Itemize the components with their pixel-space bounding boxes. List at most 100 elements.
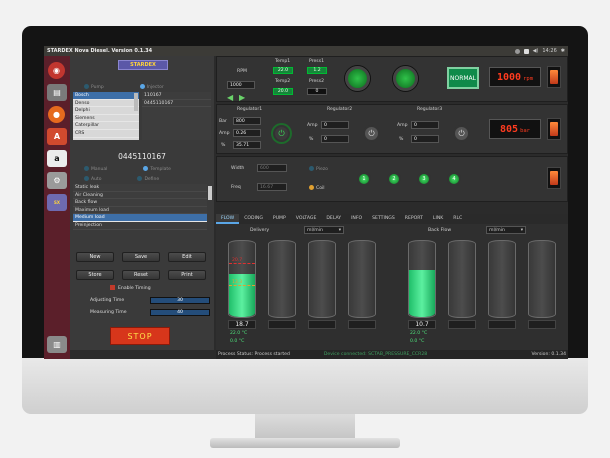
motor-start-button[interactable]	[345, 66, 370, 91]
tab-coding[interactable]: CODING	[239, 214, 268, 224]
piezo-radio[interactable]: Piezo	[309, 166, 328, 172]
firefox-icon[interactable]: ●	[48, 106, 65, 123]
delivery-unit-dropdown[interactable]: ml/min ▾	[304, 226, 344, 234]
reset-button[interactable]: Reset	[122, 270, 160, 280]
channel-3-button[interactable]: 3	[417, 172, 431, 186]
regulator2-power-icon[interactable]: ⏻	[363, 125, 380, 142]
network-icon[interactable]	[514, 48, 520, 54]
upper-limit-marker	[229, 263, 255, 264]
backflow-value-2	[448, 320, 476, 329]
trash-icon[interactable]: ▥	[47, 336, 67, 353]
brand-list[interactable]: Bosch Denso Delphi Siemens Caterpillar C…	[73, 92, 139, 140]
pct2-spinbox[interactable]: 0	[321, 135, 349, 143]
volume-icon[interactable]: ◀)	[533, 48, 539, 54]
list-item[interactable]: Back flow	[73, 199, 207, 207]
channel-1-button[interactable]: 1	[357, 172, 371, 186]
radio-define[interactable]: Define	[137, 176, 159, 182]
tab-voltage[interactable]: VOLTAGE	[291, 214, 322, 224]
radio-template[interactable]: Template	[143, 166, 171, 172]
edit-button[interactable]: Edit	[168, 252, 206, 262]
amp1-spinbox[interactable]: 0.26	[233, 129, 261, 137]
code-list[interactable]: 110167 0445110167	[142, 92, 211, 140]
tab-flow[interactable]: FLOW	[216, 214, 240, 224]
tab-delay[interactable]: DELAY	[321, 214, 346, 224]
file-manager-icon[interactable]: ▤	[47, 84, 67, 101]
new-button[interactable]: New	[76, 252, 114, 262]
tab-settings[interactable]: SETTINGS	[367, 214, 400, 224]
radio-manual[interactable]: Manual	[84, 166, 107, 172]
channel-4-button[interactable]: 4	[447, 172, 461, 186]
regulator1-label: Regulator1	[237, 107, 263, 112]
enable-timing-checkbox[interactable]: Enable Timing	[110, 285, 151, 291]
tab-rlc[interactable]: RLC	[448, 214, 467, 224]
backflow-tube-4	[528, 240, 556, 318]
tab-info[interactable]: INFO	[346, 214, 367, 224]
tab-pump[interactable]: PUMP	[268, 214, 291, 224]
adjusting-time-input[interactable]: 30	[150, 297, 210, 304]
brand-list-scrollbar[interactable]	[134, 93, 138, 111]
regulator1-power-icon[interactable]: ⏻	[273, 125, 290, 142]
delivery-value-3	[308, 320, 336, 329]
channel-2-button[interactable]: 2	[387, 172, 401, 186]
store-button[interactable]: Store	[76, 270, 114, 280]
rpm-spinbox[interactable]: 1000	[227, 81, 255, 89]
regulator3-label: Regulator3	[417, 107, 443, 112]
radio-pump[interactable]: Pump	[84, 84, 104, 90]
print-button[interactable]: Print	[168, 270, 206, 280]
list-item[interactable]: Static leak	[73, 184, 207, 192]
list-item[interactable]: Medium load	[73, 214, 207, 222]
settings-gear-icon[interactable]: ✱	[561, 48, 565, 54]
clock: 14:26	[542, 48, 557, 54]
amazon-icon[interactable]: a	[47, 150, 67, 167]
test-list-scrollbar[interactable]	[208, 186, 212, 200]
list-item[interactable]: Denso	[73, 100, 139, 108]
selected-injector-code: 0445110167	[118, 152, 166, 161]
text-editor-icon[interactable]: A	[47, 128, 67, 145]
list-item[interactable]: 0445110167	[142, 100, 211, 108]
radio-auto[interactable]: Auto	[84, 176, 101, 182]
pressure-toggle-switch[interactable]	[547, 118, 561, 140]
tab-report[interactable]: REPORT	[400, 214, 428, 224]
measuring-time-input[interactable]: 40	[150, 309, 210, 316]
lower-limit-marker	[229, 285, 255, 286]
list-item[interactable]: Bosch	[73, 92, 139, 100]
pct3-spinbox[interactable]: 0	[411, 135, 439, 143]
width-spinbox[interactable]: 600	[257, 164, 287, 172]
rpm-digital-display: 1000 rpm	[489, 67, 541, 87]
system-settings-icon[interactable]: ⚙	[47, 172, 67, 189]
bar-spinbox[interactable]: 800	[233, 117, 261, 125]
delivery-tube-3	[308, 240, 336, 318]
backflow-tube-1	[408, 240, 436, 318]
keyboard-icon[interactable]	[523, 48, 529, 54]
pct1-label: %	[221, 143, 226, 148]
amp2-spinbox[interactable]: 0	[321, 121, 349, 129]
stardex-app-icon[interactable]: SX	[47, 194, 67, 211]
regulator3-power-icon[interactable]: ⏻	[453, 125, 470, 142]
arrow-right-icon[interactable]: ▶	[239, 93, 245, 102]
pump-start-button[interactable]	[393, 66, 418, 91]
width-label: Width	[231, 166, 245, 171]
save-button[interactable]: Save	[122, 252, 160, 262]
backflow-temp2: 0.0 °C	[410, 339, 425, 344]
list-item[interactable]: Delphi	[73, 107, 139, 115]
tab-link[interactable]: LINK	[428, 214, 448, 224]
injection-toggle-switch[interactable]	[547, 167, 561, 189]
coil-radio[interactable]: Coil	[309, 185, 325, 191]
list-item[interactable]: Caterpillar	[73, 122, 139, 130]
list-item[interactable]: Preinjection	[73, 222, 207, 230]
test-list[interactable]: Static leak Air Cleaning Back flow Maxim…	[73, 184, 207, 230]
backflow-unit-dropdown[interactable]: ml/min ▾	[486, 226, 526, 234]
ubuntu-logo-icon[interactable]: ◉	[48, 62, 65, 79]
list-item[interactable]: 110167	[142, 92, 211, 100]
list-item[interactable]: CRS	[73, 130, 139, 138]
arrow-left-icon[interactable]: ◀	[227, 93, 233, 102]
pct1-spinbox[interactable]: 35.71	[233, 141, 261, 149]
list-item[interactable]: Maximum load	[73, 207, 207, 215]
freq-spinbox[interactable]: 16.67	[257, 183, 287, 191]
list-item[interactable]: Air Cleaning	[73, 192, 207, 200]
stop-button[interactable]: STOP	[110, 327, 170, 345]
amp3-spinbox[interactable]: 0	[411, 121, 439, 129]
motor-toggle-switch[interactable]	[547, 66, 561, 88]
list-item[interactable]: Siemens	[73, 115, 139, 123]
radio-injector[interactable]: Injector	[139, 84, 164, 90]
